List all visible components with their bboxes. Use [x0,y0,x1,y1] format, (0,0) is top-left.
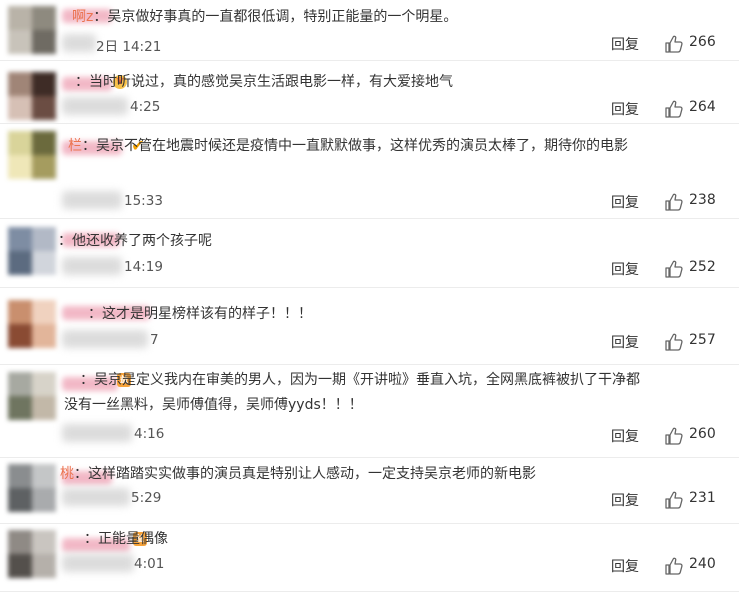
like-count: 238 [689,192,716,208]
comment-item: 啊z：吴京做好事真的一直都很低调，特别正能量的一个明星。 2日 14:21 回复 26… [0,0,739,61]
reply-button[interactable]: 回复 [611,332,639,352]
username[interactable]: 桃 [60,466,74,482]
comment-item: 桃：这样踏踏实实做事的演员真是特别让人感动，一定支持吴京老师的新电影 5:29 回复… [0,459,739,524]
colon-separator: ： [82,138,96,154]
comment-text: ：他还收养了两个孩子呢 [0,229,650,254]
like-button[interactable]: 264 [664,98,734,120]
comment-item: ♛ ：当时听说过，真的感觉吴京生活跟电影一样，有大爱接地气 4:25 回复 264 [0,62,739,124]
comment-item: 益：正能量偶像 4:01 回复 240 [0,525,739,592]
like-count: 257 [689,332,716,348]
comment-text: ：当时听说过，真的感觉吴京生活跟电影一样，有大爱接地气 [0,70,650,95]
like-button[interactable]: 231 [664,489,734,511]
time-blurred [62,97,128,115]
comment-body: 吴京不管在地震时候还是疫情中一直默默做事，这样优秀的演员太棒了，期待你的电影 [96,138,628,154]
like-button[interactable]: 257 [664,331,734,353]
comment-time: 4:25 [130,99,161,115]
like-button[interactable]: 238 [664,191,734,213]
reply-button[interactable]: 回复 [611,259,639,279]
comment-body: 他还收养了两个孩子呢 [72,233,212,249]
comment-time: 4:16 [134,426,165,442]
username[interactable]: 栏 [68,138,82,154]
like-count: 231 [689,490,716,506]
reply-button[interactable]: 回复 [611,490,639,510]
time-blurred [62,34,96,52]
colon-separator: ： [88,306,102,322]
comment-text: ：正能量偶像 [0,527,650,552]
comment-item: ✔ 栏：吴京不管在地震时候还是疫情中一直默默做事，这样优秀的演员太棒了，期待你的电… [0,125,739,219]
like-button[interactable]: 266 [664,33,734,55]
time-blurred [62,488,130,506]
reply-button[interactable]: 回复 [611,34,639,54]
time-blurred [62,424,132,442]
like-count: 240 [689,556,716,572]
comment-list: 啊z：吴京做好事真的一直都很低调，特别正能量的一个明星。 2日 14:21 回复 26… [0,0,739,592]
comment-body: 正能量偶像 [98,531,168,547]
reply-button[interactable]: 回复 [611,426,639,446]
like-button[interactable]: 252 [664,258,734,280]
comment-text: 栏：吴京不管在地震时候还是疫情中一直默默做事，这样优秀的演员太棒了，期待你的电影 [0,134,650,159]
colon-separator: ： [93,9,108,25]
username[interactable]: 啊z [72,9,93,25]
reply-button[interactable]: 回复 [611,556,639,576]
colon-separator: ： [84,531,98,547]
time-blurred [62,554,134,572]
comment-time: 4:01 [134,556,165,572]
like-count: 264 [689,99,716,115]
comment-time: 2日 14:21 [96,39,162,55]
time-blurred [62,191,122,209]
comment-body: 当时听说过，真的感觉吴京生活跟电影一样，有大爱接地气 [89,74,453,90]
comment-text: 啊z：吴京做好事真的一直都很低调，特别正能量的一个明星。 [0,5,650,30]
like-button[interactable]: 260 [664,425,734,447]
colon-separator: ： [80,372,94,388]
like-count: 260 [689,426,716,442]
comment-item: ：这才是明星榜样该有的样子！！！ 7 回复 257 [0,289,739,365]
time-blurred [62,257,122,275]
like-button[interactable]: 240 [664,555,734,577]
comment-body: 这样踏踏实实做事的演员真是特别让人感动，一定支持吴京老师的新电影 [88,466,536,482]
reply-button[interactable]: 回复 [611,192,639,212]
comment-time: 15:33 [124,193,163,209]
comment-text: ：这才是明星榜样该有的样子！！！ [0,302,650,327]
comment-item: 益：吴京是定义我内在审美的男人，因为一期《开讲啦》垂直入坑，全网黑底裤被扒了干净… [0,366,739,458]
colon-separator: ： [58,233,72,249]
comment-text: ：吴京是定义我内在审美的男人，因为一期《开讲啦》垂直入坑，全网黑底裤被扒了干净都… [0,368,650,418]
like-count: 266 [689,34,716,50]
time-blurred [62,330,148,348]
comment-time: 14:19 [124,259,163,275]
comment-time: 7 [150,332,159,348]
comment-time: 5:29 [131,490,162,506]
like-count: 252 [689,259,716,275]
comment-body: 这才是明星榜样该有的样子！！！ [102,306,312,322]
comment-item: ：他还收养了两个孩子呢 14:19 回复 252 [0,220,739,288]
comment-body: 吴京做好事真的一直都很低调，特别正能量的一个明星。 [107,9,458,25]
colon-separator: ： [74,466,88,482]
comment-body: 吴京是定义我内在审美的男人，因为一期《开讲啦》垂直入坑，全网黑底裤被扒了干净都没… [64,372,640,413]
comment-text: 桃：这样踏踏实实做事的演员真是特别让人感动，一定支持吴京老师的新电影 [0,462,650,487]
colon-separator: ： [75,74,89,90]
reply-button[interactable]: 回复 [611,99,639,119]
